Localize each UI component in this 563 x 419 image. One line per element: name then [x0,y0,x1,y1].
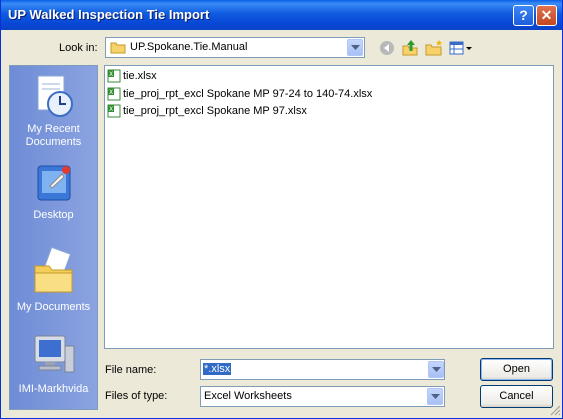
cancel-button[interactable]: Cancel [480,385,553,408]
help-icon: ? [519,7,528,23]
place-desktop[interactable]: Desktop [10,162,97,222]
look-in-dropdown-button[interactable] [347,39,363,56]
place-recent-documents[interactable]: My Recent Documents [10,72,97,149]
close-button[interactable]: ✕ [536,5,557,26]
views-menu-button[interactable] [449,39,475,59]
file-name-label: File name: [105,364,157,376]
place-label: Documents [25,136,82,148]
place-my-computer[interactable]: IMI-Markhvida [10,334,97,396]
chevron-down-icon [431,394,440,399]
file-type-value: Excel Worksheets [204,390,292,402]
file-list[interactable]: Xtie.xlsx Xtie_proj_rpt_excl Spokane MP … [104,65,554,349]
places-bar: My Recent Documents Desktop My Documents [9,65,98,410]
help-button[interactable]: ? [513,5,534,26]
computer-icon [34,335,74,373]
file-type-label: Files of type: [105,390,168,402]
place-label: Desktop [33,209,74,221]
chevron-down-icon [351,45,360,50]
file-open-dialog: UP Walked Inspection Tie Import ? ✕ Look… [0,0,563,419]
look-in-combo[interactable]: UP.Spokane.Tie.Manual [105,37,365,58]
list-item[interactable]: Xtie_proj_rpt_excl Spokane MP 97.xlsx [107,104,307,118]
new-folder-button[interactable] [425,39,445,59]
list-item[interactable]: Xtie_proj_rpt_excl Spokane MP 97-24 to 1… [107,87,372,101]
recent-documents-icon [37,75,73,117]
back-button[interactable] [378,39,398,59]
views-menu-icon [449,41,472,55]
my-documents-icon [34,246,72,293]
folder-icon [110,42,126,54]
open-button[interactable]: Open [480,358,553,381]
place-label: My Recent [27,123,80,135]
svg-text:X: X [109,106,113,113]
place-label: IMI-Markhvida [18,383,89,395]
back-icon [380,41,394,55]
file-name-field[interactable]: *.xlsx [200,359,445,380]
close-icon: ✕ [540,7,553,23]
file-type-dropdown-button[interactable] [427,388,443,405]
place-my-documents[interactable]: My Documents [10,246,97,314]
file-name-value: *.xlsx [203,363,232,375]
window-title: UP Walked Inspection Tie Import [8,7,210,22]
excel-file-icon: X [107,104,121,118]
up-folder-button[interactable] [401,39,421,59]
chevron-down-icon [432,367,441,372]
file-name-dropdown-button[interactable] [427,360,444,379]
file-name-dropdown-arrow[interactable] [428,361,444,378]
title-bar[interactable]: UP Walked Inspection Tie Import ? ✕ [1,0,562,30]
place-label: My Documents [16,301,91,313]
file-name: tie_proj_rpt_excl Spokane MP 97-24 to 14… [123,88,373,100]
look-in-label: Look in: [59,42,98,54]
file-name: tie.xlsx [123,70,157,82]
list-item[interactable]: Xtie.xlsx [107,69,157,83]
excel-file-icon: X [107,87,121,101]
svg-text:X: X [109,89,113,96]
file-name: tie_proj_rpt_excl Spokane MP 97.xlsx [123,105,307,117]
resize-grip-icon[interactable] [549,404,561,416]
new-folder-icon [425,40,442,56]
file-type-combo[interactable]: Excel Worksheets [200,386,445,407]
excel-file-icon: X [107,69,121,83]
svg-text:X: X [109,71,113,78]
look-in-value: UP.Spokane.Tie.Manual [130,41,248,53]
up-folder-icon [402,40,418,56]
desktop-icon [37,165,70,201]
